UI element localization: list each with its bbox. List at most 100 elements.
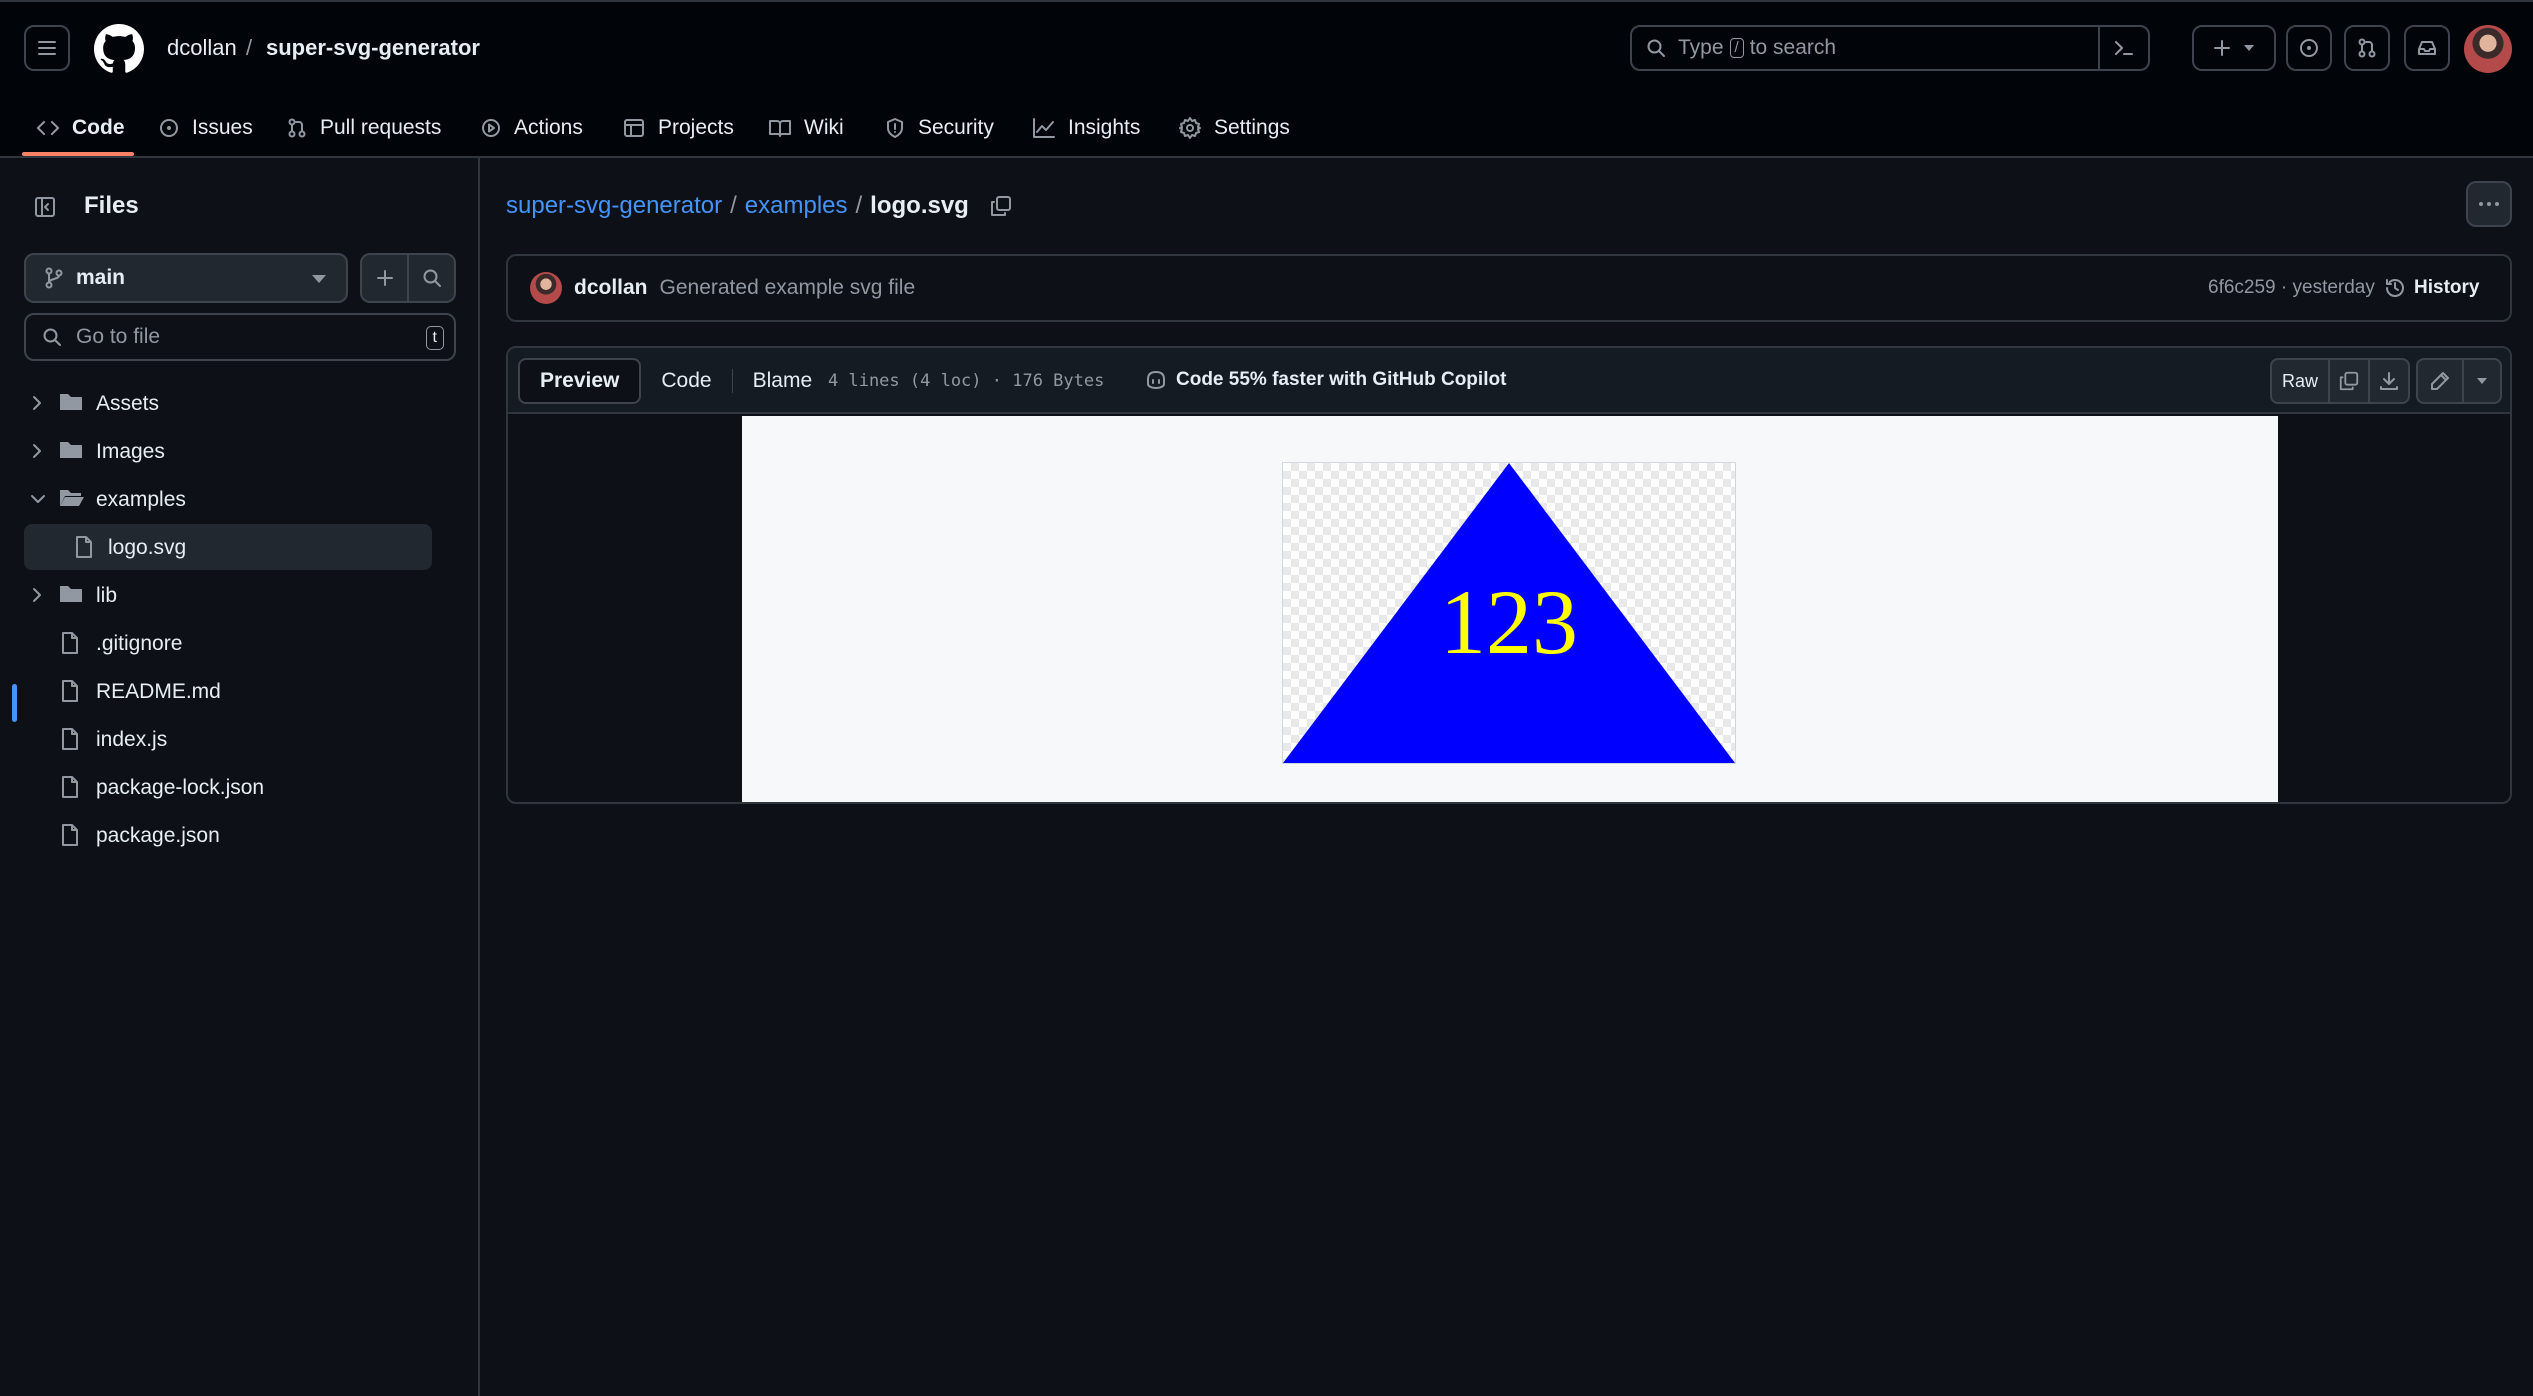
command-palette-icon[interactable] [2098, 27, 2148, 69]
copy-icon [2339, 371, 2359, 391]
tree-item-label: Assets [96, 392, 160, 415]
issues-button[interactable] [2286, 25, 2332, 71]
tree-item-package-lock[interactable]: package-lock.json [0, 764, 440, 810]
active-tab-indicator [22, 152, 134, 156]
history-icon [2386, 279, 2404, 297]
tree-item-assets[interactable]: Assets [0, 380, 440, 426]
branch-icon [44, 267, 64, 289]
author-avatar[interactable] [530, 272, 562, 304]
tab-wiki[interactable]: Wiki [768, 100, 844, 156]
path-repo-link[interactable]: super-svg-generator [506, 192, 722, 220]
repo-link[interactable]: super-svg-generator [266, 35, 480, 61]
tab-projects[interactable]: Projects [622, 100, 734, 156]
inbox-button[interactable] [2404, 25, 2450, 71]
copilot-promo-link[interactable]: Code 55% faster with GitHub Copilot [1144, 369, 1506, 391]
tab-blame[interactable]: Blame [733, 358, 833, 404]
tab-code-view[interactable]: Code [641, 358, 731, 404]
commit-hash-time[interactable]: 6f6c259 · yesterday [2208, 277, 2375, 299]
raw-button[interactable]: Raw [2272, 360, 2328, 402]
download-button[interactable] [2368, 360, 2408, 402]
menu-button[interactable] [24, 25, 70, 71]
file-icon [62, 680, 78, 702]
folder-icon [60, 394, 82, 410]
path-file-name: logo.svg [870, 192, 969, 219]
sidebar-collapse-icon [35, 197, 55, 217]
path-separator: / [855, 192, 863, 219]
tree-item-label: Images [96, 440, 165, 463]
search-input[interactable]: Type / to search [1630, 25, 2150, 71]
search-files-button[interactable] [407, 255, 454, 301]
tab-security[interactable]: Security [884, 100, 994, 156]
tab-insights[interactable]: Insights [1032, 100, 1140, 156]
svg-canvas: 123 [1282, 462, 1736, 764]
search-icon [1646, 38, 1666, 58]
folder-open-icon [60, 490, 84, 506]
tree-item-index-js[interactable]: index.js [0, 716, 440, 762]
owner-link[interactable]: dcollan [167, 35, 237, 61]
table-icon [622, 117, 646, 139]
github-logo-icon[interactable] [94, 24, 144, 74]
tree-item-examples[interactable]: examples [0, 476, 440, 522]
view-switcher: Preview Code Blame [518, 358, 832, 404]
latest-commit-bar: dcollan Generated example svg file 6f6c2… [506, 254, 2512, 322]
history-button[interactable]: History [2384, 270, 2479, 306]
branch-selector[interactable]: main [24, 253, 348, 303]
tab-issues[interactable]: Issues [158, 100, 253, 156]
breadcrumb-separator: / [246, 35, 253, 60]
svg-preview-area: 123 [742, 416, 2278, 802]
tab-label: Actions [514, 116, 583, 139]
file-icon [62, 776, 78, 798]
code-icon [36, 118, 60, 138]
chevron-right-icon [33, 396, 41, 410]
copy-path-icon[interactable] [989, 194, 1013, 218]
branch-name: main [76, 266, 126, 289]
pull-requests-button[interactable] [2344, 25, 2390, 71]
tree-item-label: examples [96, 488, 186, 511]
create-new-button[interactable] [2192, 25, 2276, 71]
inbox-icon [2418, 41, 2436, 55]
go-to-file-input[interactable]: Go to file t [24, 313, 456, 361]
graph-icon [1032, 117, 1056, 139]
pull-request-icon [286, 117, 308, 139]
hamburger-icon [38, 41, 56, 55]
download-icon [2380, 372, 2398, 390]
search-icon [423, 269, 441, 287]
tree-item-logo-svg[interactable]: logo.svg [24, 524, 432, 570]
user-avatar[interactable] [2464, 25, 2512, 73]
tree-item-package-json[interactable]: package.json [0, 812, 440, 858]
plus-icon [376, 270, 393, 286]
tab-preview[interactable]: Preview [518, 358, 642, 404]
tab-code[interactable]: Code [36, 100, 125, 156]
tab-actions[interactable]: Actions [480, 100, 583, 156]
commit-message[interactable]: Generated example svg file [660, 276, 916, 300]
commit-author[interactable]: dcollan [574, 276, 648, 300]
file-actions: Raw [2270, 358, 2502, 404]
copy-raw-button[interactable] [2328, 360, 2368, 402]
tree-item-label: package.json [96, 824, 220, 847]
tree-item-readme[interactable]: README.md [0, 668, 440, 714]
sidebar-actions [360, 253, 456, 303]
search-icon [42, 327, 62, 347]
tree-item-lib[interactable]: lib [0, 572, 440, 618]
shortcut-key: t [425, 326, 444, 350]
go-to-file-placeholder: Go to file [76, 325, 161, 348]
book-icon [768, 117, 792, 139]
add-file-button[interactable] [362, 255, 407, 301]
collapse-sidebar-button[interactable] [24, 186, 66, 228]
path-folder-link[interactable]: examples [745, 192, 848, 220]
tab-settings[interactable]: Settings [1178, 100, 1290, 156]
tab-label: Insights [1068, 116, 1141, 139]
more-options-button[interactable] [2466, 181, 2512, 227]
issue-icon [158, 117, 180, 139]
tree-item-gitignore[interactable]: .gitignore [0, 620, 440, 666]
tab-pull-requests[interactable]: Pull requests [286, 100, 441, 156]
copilot-label: Code 55% faster with GitHub Copilot [1176, 369, 1507, 390]
file-icon [62, 728, 78, 750]
sidebar-title: Files [84, 192, 139, 219]
tree-item-label: .gitignore [96, 632, 183, 655]
tab-label: Settings [1214, 116, 1290, 139]
edit-dropdown-button[interactable] [2462, 360, 2500, 402]
shield-icon [884, 117, 906, 139]
tree-item-images[interactable]: Images [0, 428, 440, 474]
edit-button[interactable] [2418, 360, 2462, 402]
